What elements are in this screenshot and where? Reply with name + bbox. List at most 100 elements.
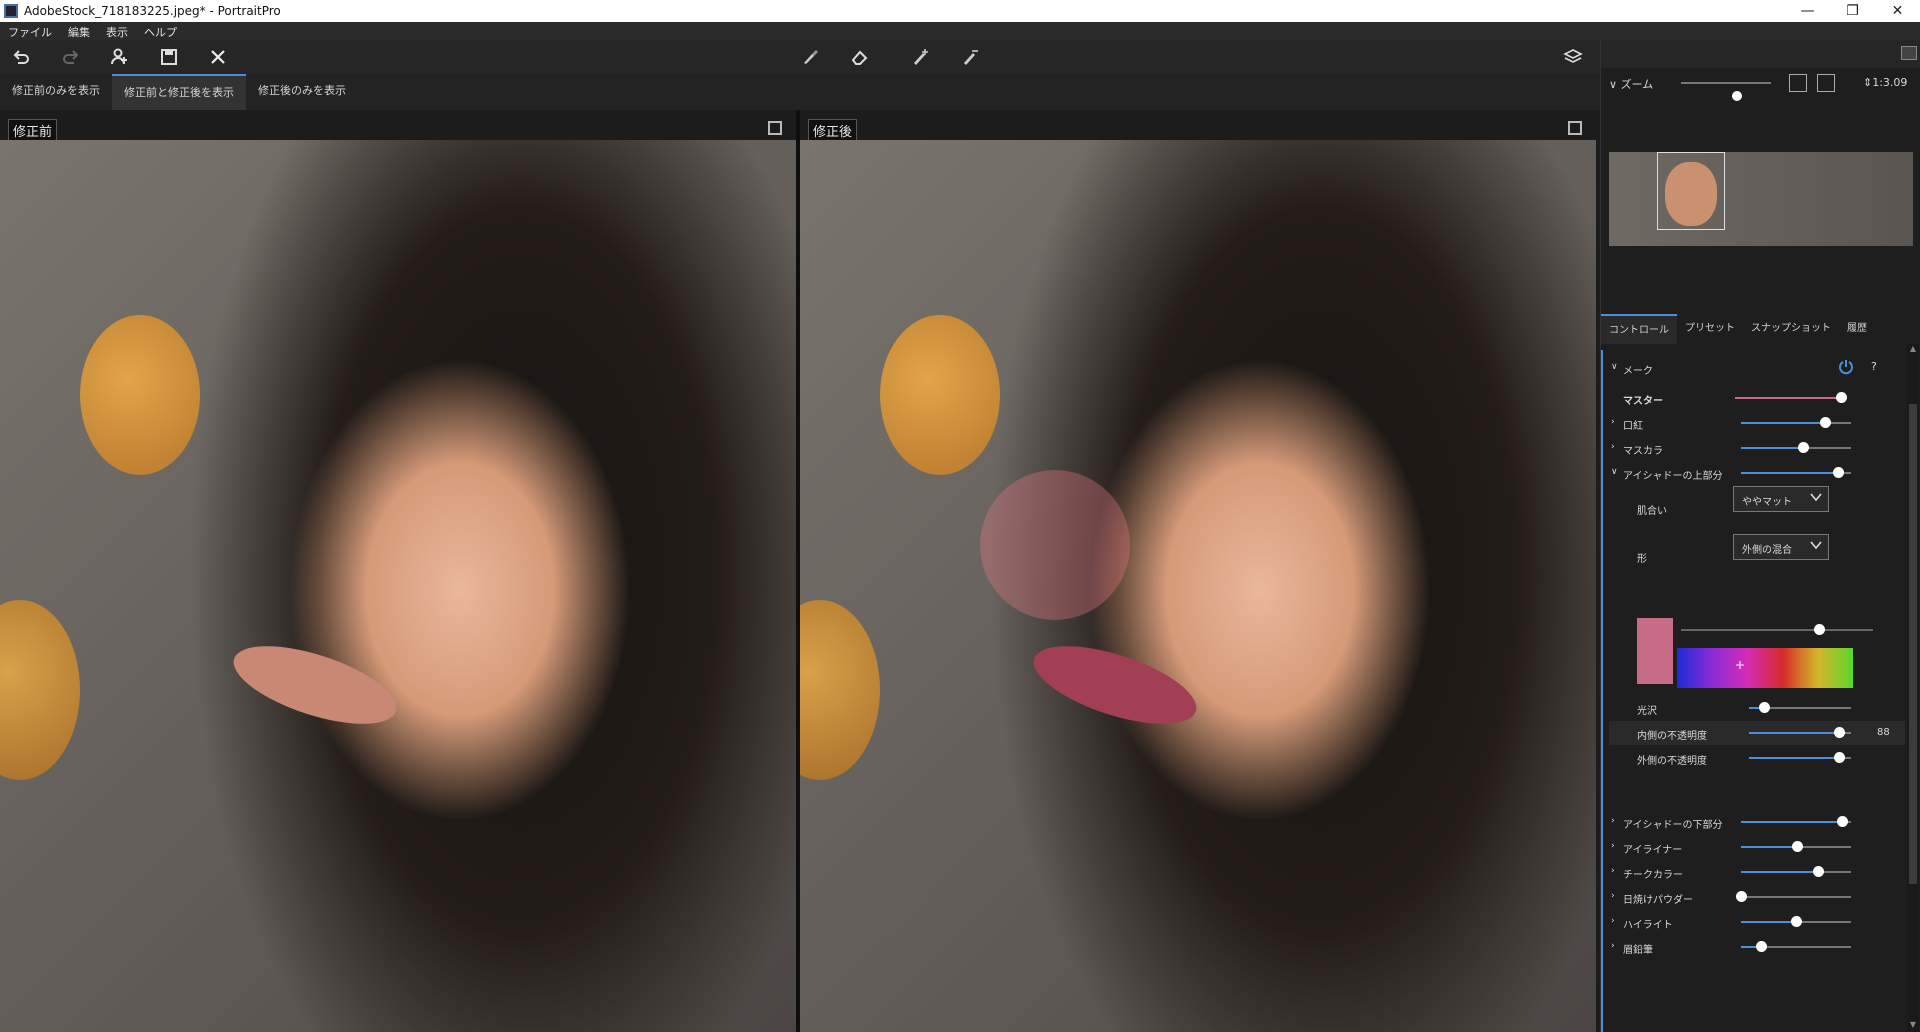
shape-dropdown[interactable]: 外側の混合	[1733, 534, 1829, 560]
maximize-button[interactable]: ❐	[1830, 0, 1875, 22]
lipstick-slider-knob[interactable]	[1819, 417, 1831, 428]
lipstick-slider[interactable]	[1741, 417, 1851, 428]
outer-opacity-slider[interactable]	[1749, 752, 1851, 763]
portraitpro-window: AdobeStock_718183225.jpeg* - PortraitPro…	[0, 0, 1920, 1032]
pen-plus-tool-button[interactable]	[907, 44, 933, 70]
help-icon[interactable]: ?	[1871, 360, 1877, 373]
save-button[interactable]	[156, 44, 182, 70]
close-image-button[interactable]	[205, 44, 231, 70]
zoom-slider[interactable]	[1681, 82, 1771, 101]
tab-snapshots[interactable]: スナップショット	[1743, 314, 1839, 344]
eraser-tool-button[interactable]	[847, 44, 873, 70]
tab-controls[interactable]: コントロール	[1601, 314, 1677, 344]
cheek-color-slider[interactable]	[1741, 866, 1851, 877]
eyeliner-slider-knob[interactable]	[1792, 841, 1804, 852]
upper-eyeshadow-slider-knob[interactable]	[1832, 467, 1844, 478]
chevron-down-icon[interactable]: ∨	[1611, 467, 1618, 477]
fit-to-window-icon[interactable]	[1789, 74, 1807, 92]
lower-eyeshadow-slider-knob[interactable]	[1837, 816, 1849, 827]
master-slider[interactable]	[1735, 392, 1847, 403]
bronzer-slider[interactable]	[1736, 891, 1851, 902]
expand-after-icon[interactable]	[1568, 121, 1582, 135]
outer-opacity-slider-knob[interactable]	[1833, 752, 1845, 763]
brush-icon	[804, 50, 818, 64]
color-slider-knob[interactable]	[1814, 624, 1826, 635]
tab-after-only[interactable]: 修正後のみを表示	[246, 74, 358, 110]
lower-eyeshadow-slider[interactable]	[1741, 816, 1851, 827]
undo-button[interactable]	[8, 44, 34, 70]
chevron-right-icon[interactable]: ›	[1611, 866, 1615, 876]
after-photo[interactable]	[800, 140, 1596, 1032]
chevron-right-icon[interactable]: ›	[1611, 841, 1615, 851]
bronzer-label: 日焼けパウダー	[1623, 895, 1693, 906]
color-swatch[interactable]	[1637, 618, 1673, 684]
shape-label: 形	[1637, 554, 1647, 565]
makeup-section-header[interactable]: ∨ メーク ?	[1609, 356, 1905, 380]
master-control: マスター	[1609, 386, 1905, 410]
zoom-label[interactable]: ∨ ズーム	[1609, 76, 1653, 92]
mascara-slider-knob[interactable]	[1797, 442, 1809, 453]
pen-minus-tool-button[interactable]	[957, 44, 983, 70]
navigator-thumbnail[interactable]	[1609, 152, 1913, 246]
highlight-slider-knob[interactable]	[1791, 916, 1802, 927]
controls-scrollbar[interactable]: ▲ ▼	[1907, 344, 1919, 1032]
color-slider[interactable]	[1681, 624, 1873, 635]
inner-opacity-label: 内側の不透明度	[1637, 731, 1707, 742]
chevron-right-icon[interactable]: ›	[1611, 891, 1615, 901]
zoom-to-face-icon[interactable]	[1817, 74, 1835, 92]
tab-before-only[interactable]: 修正前のみを表示	[0, 74, 112, 110]
inner-opacity-slider[interactable]	[1749, 727, 1851, 738]
chevron-right-icon[interactable]: ›	[1611, 941, 1615, 951]
undo-icon	[13, 50, 29, 64]
bronzer-slider-knob[interactable]	[1736, 891, 1747, 902]
add-person-button[interactable]	[106, 44, 132, 70]
power-icon[interactable]	[1837, 358, 1855, 376]
right-panel-tabs: コントロール プリセット スナップショット 履歴	[1601, 314, 1920, 344]
menu-view[interactable]: 表示	[98, 22, 136, 40]
gloss-slider-knob[interactable]	[1759, 702, 1771, 713]
inner-opacity-slider-knob[interactable]	[1833, 727, 1845, 738]
menu-help[interactable]: ヘルプ	[136, 22, 185, 40]
eyeliner-slider[interactable]	[1741, 841, 1851, 852]
layers-button[interactable]	[1560, 44, 1586, 70]
scroll-up-icon[interactable]: ▲	[1907, 344, 1919, 356]
toolbar	[0, 40, 1600, 74]
zoom-value[interactable]: ⇕1:3.09	[1863, 76, 1907, 89]
color-spectrum[interactable]: +	[1677, 648, 1853, 688]
skin-tone-label: 肌合い	[1637, 506, 1667, 517]
expand-before-icon[interactable]	[768, 121, 782, 135]
highlight-slider[interactable]	[1741, 916, 1851, 927]
upper-eyeshadow-slider[interactable]	[1741, 467, 1851, 478]
mascara-slider[interactable]	[1741, 442, 1851, 453]
cheek-color-slider-knob[interactable]	[1813, 866, 1824, 877]
after-pane-label: 修正後	[808, 119, 858, 142]
eyebrow-pencil-slider-knob[interactable]	[1755, 941, 1767, 952]
close-window-button[interactable]: ✕	[1875, 0, 1920, 22]
skin-tone-dropdown[interactable]: ややマット	[1733, 486, 1829, 512]
chevron-right-icon[interactable]: ›	[1611, 916, 1615, 926]
scroll-thumb[interactable]	[1909, 404, 1917, 884]
before-photo[interactable]	[0, 140, 796, 1032]
chevron-right-icon[interactable]: ›	[1611, 417, 1615, 427]
navigator-viewport-frame[interactable]	[1657, 152, 1725, 230]
scroll-down-icon[interactable]: ▼	[1907, 1020, 1919, 1032]
master-slider-knob[interactable]	[1835, 392, 1847, 403]
zoom-slider-knob[interactable]	[1732, 91, 1742, 101]
brush-tool-button[interactable]	[797, 44, 823, 70]
chevron-right-icon[interactable]: ›	[1611, 816, 1615, 826]
upper-eyeshadow-control: ∨ アイシャドーの上部分	[1609, 461, 1905, 485]
chevron-right-icon[interactable]: ›	[1611, 442, 1615, 452]
makeup-controls: ∨ メーク ? マスター › 口紅 › マスカラ ∨ アイシャドーの上部分 肌合…	[1601, 350, 1906, 1032]
minimize-button[interactable]: —	[1785, 0, 1830, 22]
redo-button[interactable]	[58, 44, 84, 70]
tab-before-and-after[interactable]: 修正前と修正後を表示	[112, 74, 246, 110]
tab-presets[interactable]: プリセット	[1677, 314, 1743, 344]
panel-restore-icon[interactable]	[1901, 46, 1917, 60]
eyebrow-pencil-slider[interactable]	[1741, 941, 1851, 952]
color-picker-crosshair-icon[interactable]: +	[1735, 658, 1745, 672]
tab-history[interactable]: 履歴	[1839, 314, 1875, 344]
menu-edit[interactable]: 編集	[60, 22, 98, 40]
menu-file[interactable]: ファイル	[0, 22, 60, 40]
mascara-slider-fill	[1741, 447, 1803, 449]
gloss-slider[interactable]	[1749, 702, 1851, 713]
